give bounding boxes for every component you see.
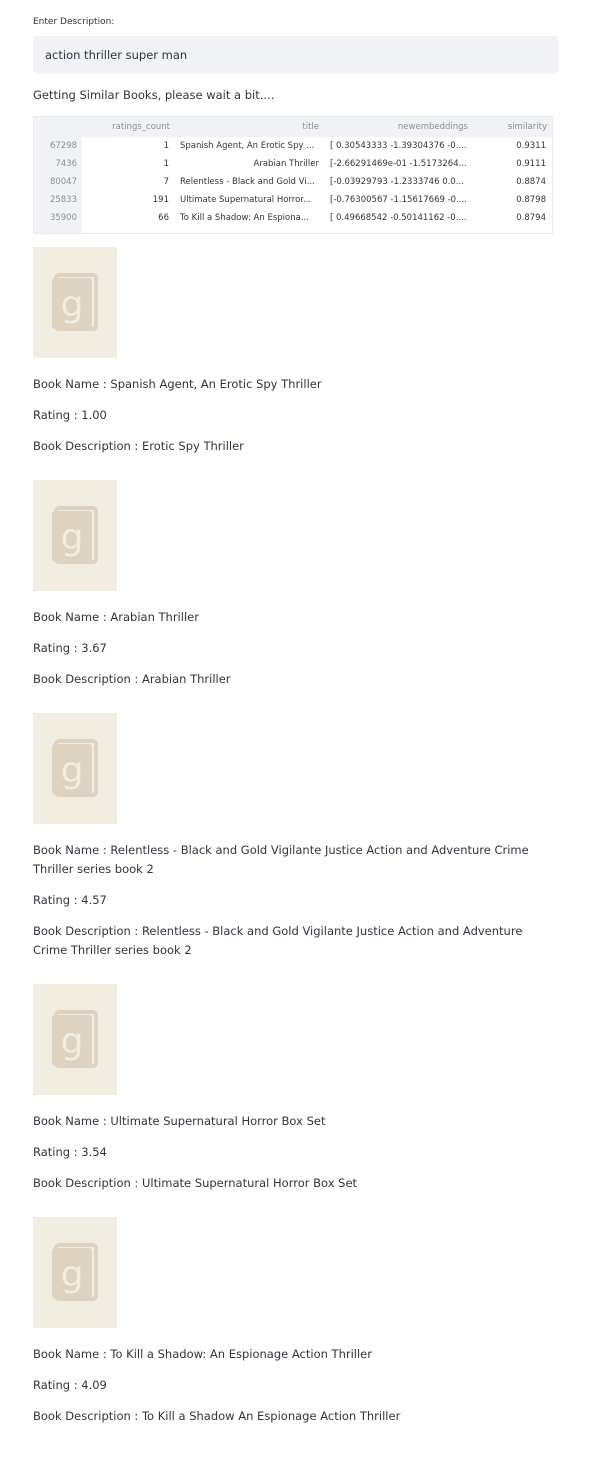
row-similarity: 0.8874 <box>516 177 546 187</box>
row-index: 80047 <box>49 177 77 187</box>
row-embeddings: [-0.76300567 -1.15617669 -0.... <box>330 195 467 205</box>
row-ratings-count: 7 <box>163 177 169 187</box>
description-label: Enter Description: <box>33 17 115 27</box>
goodreads-placeholder-icon: g <box>52 1243 98 1301</box>
row-title: Arabian Thriller <box>253 159 319 169</box>
status-message: Getting Similar Books, please wait a bit… <box>33 88 275 102</box>
row-title: Spanish Agent, An Erotic Spy ... <box>180 141 315 151</box>
row-index: 67298 <box>49 141 77 151</box>
book-cover-image: g <box>33 480 117 591</box>
book-description: Book Description : Erotic Spy Thriller <box>33 439 244 453</box>
header-newembeddings[interactable]: newembeddings <box>324 118 468 136</box>
book-description: Book Description : Ultimate Supernatural… <box>33 1176 358 1190</box>
book-cover-image: g <box>33 1217 117 1328</box>
row-ratings-count: 66 <box>158 213 169 223</box>
row-ratings-count: 1 <box>163 159 169 169</box>
book-rating: Rating : 4.57 <box>33 893 107 907</box>
header-ratings-count[interactable]: ratings_count <box>82 118 170 136</box>
goodreads-placeholder-icon: g <box>52 1010 98 1068</box>
row-similarity: 0.8798 <box>516 195 546 205</box>
row-index: 35900 <box>49 213 77 223</box>
row-title: Relentless - Black and Gold Vi... <box>180 177 315 187</box>
svg-text:g: g <box>61 1021 84 1062</box>
book-rating: Rating : 4.09 <box>33 1378 107 1392</box>
header-title[interactable]: title <box>174 118 319 136</box>
description-input-value: action thriller super man <box>45 47 188 62</box>
book-cover-image: g <box>33 247 117 358</box>
goodreads-placeholder-icon: g <box>52 506 98 564</box>
row-embeddings: [-0.03929793 -1.2333746 0.0... <box>330 177 464 187</box>
book-cover-image: g <box>33 713 117 824</box>
row-embeddings: [ 0.30543333 -1.39304376 -0.... <box>330 141 467 151</box>
description-input[interactable]: action thriller super man <box>33 36 558 73</box>
goodreads-placeholder-icon: g <box>52 739 98 797</box>
book-name: Book Name : To Kill a Shadow: An Espiona… <box>33 1347 372 1361</box>
book-rating: Rating : 3.67 <box>33 641 107 655</box>
book-name: Book Name : Arabian Thriller <box>33 610 199 624</box>
row-index: 25833 <box>49 195 77 205</box>
row-similarity: 0.9311 <box>516 141 546 151</box>
svg-text:g: g <box>61 517 84 558</box>
book-cover-image: g <box>33 984 117 1095</box>
goodreads-placeholder-icon: g <box>52 273 98 331</box>
book-name: Book Name : Spanish Agent, An Erotic Spy… <box>33 377 322 391</box>
row-similarity: 0.8794 <box>516 213 546 223</box>
header-similarity[interactable]: similarity <box>472 118 547 136</box>
row-title: To Kill a Shadow: An Espiona... <box>180 213 309 223</box>
results-table[interactable]: ratings_count title newembeddings simila… <box>33 116 553 234</box>
row-embeddings: [ 0.49668542 -0.50141162 -0.... <box>330 213 467 223</box>
row-embeddings: [-2.66291469e-01 -1.5173264... <box>330 159 467 169</box>
svg-text:g: g <box>61 1254 84 1295</box>
book-name: Book Name : Relentless - Black and Gold … <box>33 843 529 876</box>
book-description: Book Description : To Kill a Shadow An E… <box>33 1409 401 1423</box>
book-name: Book Name : Ultimate Supernatural Horror… <box>33 1114 326 1128</box>
book-rating: Rating : 1.00 <box>33 408 107 422</box>
row-ratings-count: 191 <box>152 195 169 205</box>
svg-text:g: g <box>61 284 84 325</box>
row-ratings-count: 1 <box>163 141 169 151</box>
row-index: 7436 <box>55 159 77 169</box>
row-title: Ultimate Supernatural Horror... <box>180 195 312 205</box>
book-description: Book Description : Relentless - Black an… <box>33 924 523 957</box>
book-description: Book Description : Arabian Thriller <box>33 672 231 686</box>
row-similarity: 0.9111 <box>516 159 546 169</box>
book-rating: Rating : 3.54 <box>33 1145 107 1159</box>
svg-text:g: g <box>61 750 84 791</box>
